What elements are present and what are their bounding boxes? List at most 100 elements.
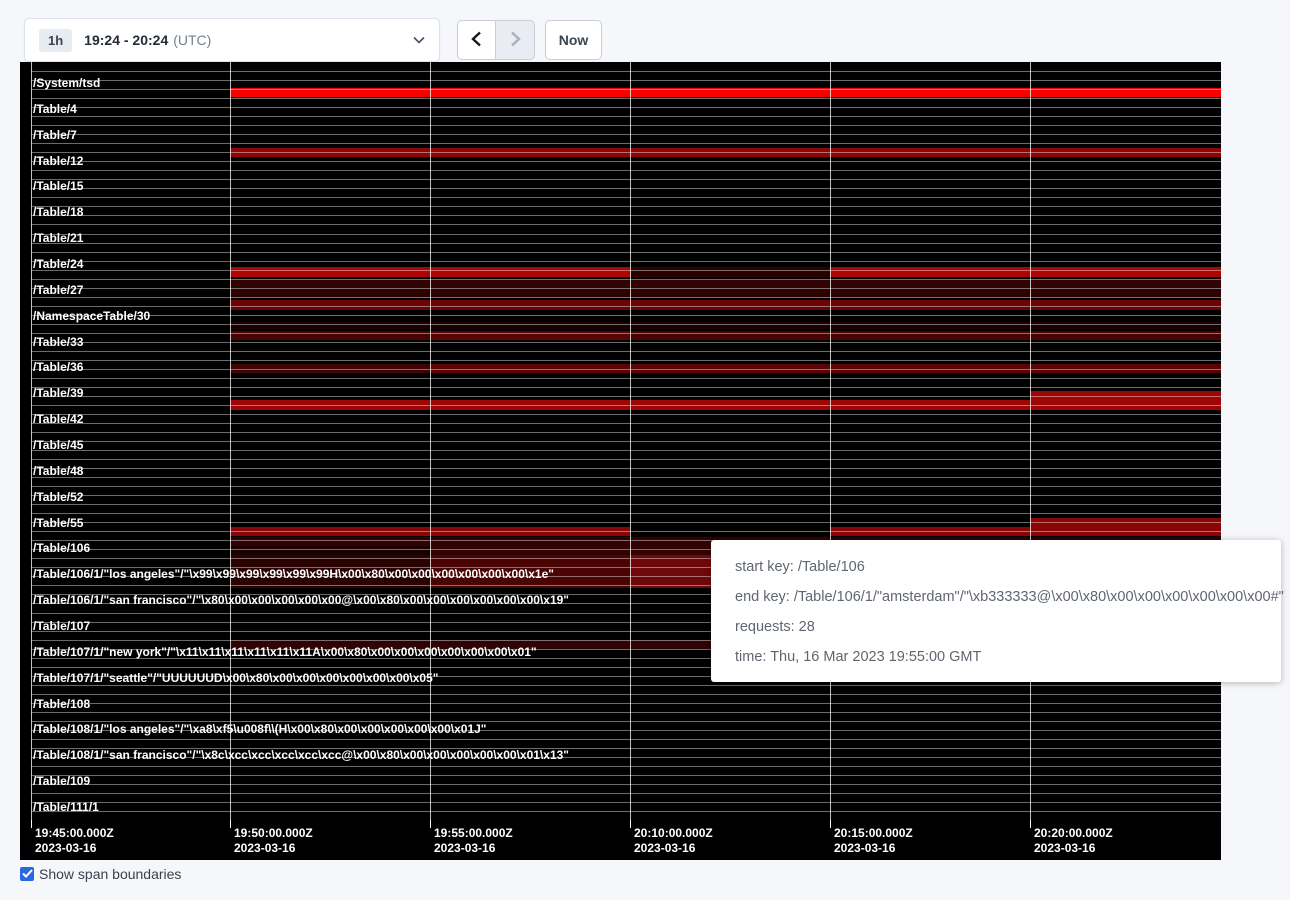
span-boundary-line	[31, 378, 1221, 379]
span-boundary-line	[31, 504, 1221, 505]
row-label: /Table/42	[33, 412, 83, 426]
span-boundaries-checkbox[interactable]	[20, 867, 34, 881]
tooltip-start-key: start key: /Table/106	[735, 559, 1257, 575]
span-boundary-line	[31, 270, 1221, 271]
time-gridline	[430, 62, 431, 820]
time-gridline	[31, 62, 32, 820]
span-boundary-line	[31, 234, 1221, 235]
span-boundary-line	[31, 495, 1221, 496]
span-boundary-line	[31, 188, 1221, 189]
tooltip: start key: /Table/106 end key: /Table/10…	[711, 540, 1281, 682]
prev-button[interactable]	[457, 20, 496, 60]
span-boundary-line	[31, 252, 1221, 253]
row-label: /Table/39	[33, 386, 83, 400]
axis-tick	[230, 820, 231, 828]
page: 1h 19:24 - 20:24 (UTC) Now /System/tsd/T…	[0, 0, 1290, 900]
span-boundary-line	[31, 71, 1221, 72]
axis-time-label: 20:15:00.000Z	[834, 826, 913, 840]
span-boundary-line	[31, 261, 1221, 262]
span-boundary-line	[31, 531, 1221, 532]
axis-date-label: 2023-03-16	[1034, 841, 1095, 855]
row-label: /Table/107	[33, 619, 90, 633]
chevron-down-icon	[413, 36, 425, 44]
axis-tick	[1030, 820, 1031, 828]
span-boundary-line	[31, 89, 1221, 90]
heatmap-band	[230, 537, 430, 546]
heatmap-canvas[interactable]: /System/tsd/Table/4/Table/7/Table/12/Tab…	[20, 62, 1221, 860]
span-boundary-line	[31, 477, 1221, 478]
row-label: /Table/107/1/"seattle"/"UUUUUUD\x00\x80\…	[33, 671, 438, 685]
row-label: /Table/7	[33, 128, 77, 142]
row-label: /Table/109	[33, 774, 90, 788]
heatmap-band	[430, 546, 630, 555]
span-boundary-line	[31, 107, 1221, 108]
time-gridline	[1030, 62, 1031, 820]
row-label: /Table/45	[33, 438, 83, 452]
time-range-chip: 1h	[39, 29, 72, 52]
span-boundaries-row: Show span boundaries	[20, 866, 181, 882]
span-boundary-line	[31, 811, 1221, 812]
span-boundary-line	[31, 694, 1221, 695]
span-boundary-line	[31, 405, 1221, 406]
span-boundary-line	[31, 134, 1221, 135]
heatmap-plot: /System/tsd/Table/4/Table/7/Table/12/Tab…	[20, 62, 1221, 820]
row-label: /Table/106	[33, 541, 90, 555]
heatmap-band	[430, 267, 630, 277]
span-boundary-line	[31, 288, 1221, 289]
span-boundary-line	[31, 116, 1221, 117]
axis-tick	[430, 820, 431, 828]
span-boundary-line	[31, 432, 1221, 433]
row-label: /Table/33	[33, 335, 83, 349]
row-label: /Table/4	[33, 102, 77, 116]
span-boundary-line	[31, 80, 1221, 81]
axis-tick	[630, 820, 631, 828]
span-boundary-line	[31, 170, 1221, 171]
time-range-selector[interactable]: 1h 19:24 - 20:24 (UTC)	[24, 18, 440, 62]
span-boundary-line	[31, 143, 1221, 144]
tooltip-end-key: end key: /Table/106/1/"amsterdam"/"\xb33…	[735, 589, 1257, 605]
axis-time-label: 20:10:00.000Z	[634, 826, 713, 840]
span-boundary-line	[31, 297, 1221, 298]
span-boundary-line	[31, 522, 1221, 523]
time-nav-group	[457, 20, 535, 60]
span-boundary-line	[31, 685, 1221, 686]
heatmap-band	[630, 267, 830, 277]
time-range-zone: (UTC)	[173, 32, 211, 48]
row-label: /Table/108/1/"los angeles"/"\xa8\xf5\u00…	[33, 722, 487, 736]
axis-time-label: 19:50:00.000Z	[234, 826, 313, 840]
row-label: /Table/48	[33, 464, 83, 478]
row-label: /Table/12	[33, 154, 83, 168]
span-boundary-line	[31, 513, 1221, 514]
span-boundary-line	[31, 324, 1221, 325]
row-label: /Table/27	[33, 283, 83, 297]
axis-date-label: 2023-03-16	[434, 841, 495, 855]
row-label: /Table/108	[33, 697, 90, 711]
row-label: /Table/106/1/"san francisco"/"\x80\x00\x…	[33, 593, 569, 607]
row-label: /Table/55	[33, 516, 83, 530]
span-boundary-line	[31, 450, 1221, 451]
tooltip-time: time: Thu, 16 Mar 2023 19:55:00 GMT	[735, 649, 1257, 665]
span-boundary-line	[31, 98, 1221, 99]
span-boundary-line	[31, 793, 1221, 794]
row-label: /NamespaceTable/30	[33, 309, 150, 323]
row-label: /Table/15	[33, 179, 83, 193]
now-button[interactable]: Now	[545, 20, 602, 60]
axis-date-label: 2023-03-16	[634, 841, 695, 855]
axis-date-label: 2023-03-16	[234, 841, 295, 855]
row-label: /Table/18	[33, 205, 83, 219]
checkmark-icon	[22, 865, 33, 883]
row-label: /Table/106/1/"los angeles"/"\x99\x99\x99…	[33, 567, 554, 581]
row-label: /Table/21	[33, 231, 83, 245]
span-boundary-line	[31, 243, 1221, 244]
span-boundary-line	[31, 152, 1221, 153]
span-boundary-line	[31, 712, 1221, 713]
next-button[interactable]	[496, 20, 535, 60]
span-boundary-line	[31, 306, 1221, 307]
span-boundary-line	[31, 396, 1221, 397]
heatmap-band	[1030, 267, 1221, 277]
span-boundary-line	[31, 360, 1221, 361]
span-boundary-line	[31, 197, 1221, 198]
chevron-left-icon	[471, 31, 482, 50]
row-label: /Table/107/1/"new york"/"\x11\x11\x11\x1…	[33, 645, 537, 659]
tooltip-requests: requests: 28	[735, 619, 1257, 635]
